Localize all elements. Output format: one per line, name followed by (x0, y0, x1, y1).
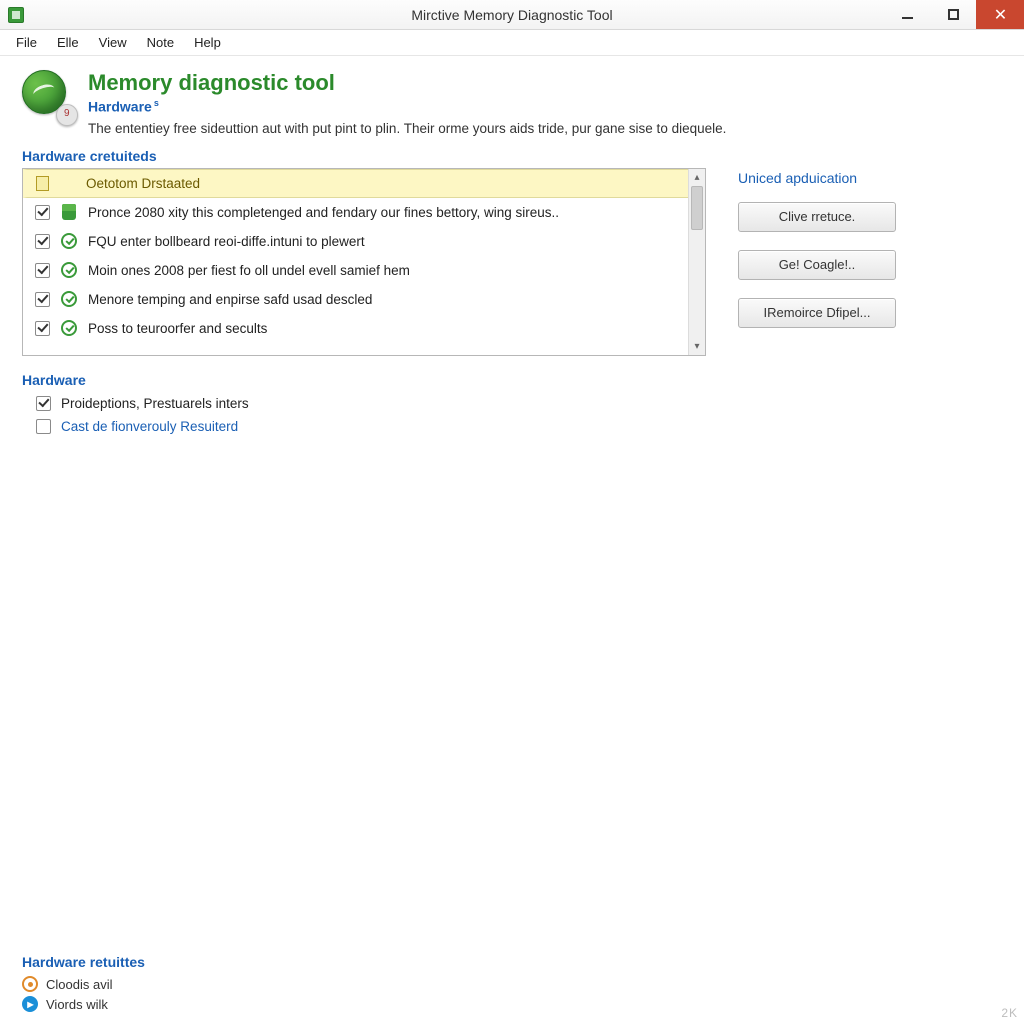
get-coagle-button[interactable]: Ge! Coagle!.. (738, 250, 896, 280)
titlebar: Mirctive Memory Diagnostic Tool ✕ (0, 0, 1024, 30)
scroll-down-icon[interactable]: ▾ (689, 338, 705, 355)
list-item[interactable]: Poss to teuroorfer and secults (23, 314, 688, 343)
side-panel: Uniced apduication Clive rretuce. Ge! Co… (732, 168, 1002, 340)
list-header-row[interactable]: Oetotom Drstaated (23, 169, 688, 198)
checkbox[interactable] (35, 321, 50, 336)
content-area: Memory diagnostic tool Hardwares The ent… (0, 56, 1024, 1024)
shield-icon (60, 203, 78, 221)
footer-item-text: Cloodis avil (46, 977, 112, 992)
window-title: Mirctive Memory Diagnostic Tool (0, 7, 1024, 23)
list-item-text: Pronce 2080 xity this completenged and f… (88, 205, 559, 220)
option-text: Cast de fionverouly Resuiterd (61, 419, 238, 434)
list-item-text: Moin ones 2008 per fiest fo oll undel ev… (88, 263, 410, 278)
menu-file[interactable]: File (6, 32, 47, 53)
list-item-text: Poss to teuroorfer and secults (88, 321, 267, 336)
ok-icon (60, 290, 78, 308)
header-icon (22, 70, 74, 122)
ok-icon (60, 261, 78, 279)
hardware-options: Hardware Proideptions, Prestuarels inter… (22, 372, 1002, 438)
checkbox[interactable] (35, 292, 50, 307)
footer-label: Hardware retuittes (22, 954, 1002, 970)
footer-item[interactable]: Viords wilk (22, 994, 1002, 1014)
clive-button[interactable]: Clive rretuce. (738, 202, 896, 232)
menu-view[interactable]: View (89, 32, 137, 53)
checkbox[interactable] (35, 205, 50, 220)
list-item[interactable]: Menore temping and enpirse safd usad des… (23, 285, 688, 314)
footer-item[interactable]: Cloodis avil (22, 974, 1002, 994)
list-header-text: Oetotom Drstaated (86, 176, 200, 191)
hardware-label: Hardware (22, 372, 1002, 388)
footer: Hardware retuittes Cloodis avil Viords w… (22, 954, 1002, 1014)
list-item-text: Menore temping and enpirse safd usad des… (88, 292, 372, 307)
option-row-link[interactable]: Cast de fionverouly Resuiterd (22, 415, 1002, 438)
checkbox[interactable] (35, 263, 50, 278)
option-text: Proideptions, Prestuarels inters (61, 396, 249, 411)
corner-tag: 2K (1001, 1006, 1018, 1020)
page-subtitle: Hardwares (88, 98, 726, 115)
ok-icon (60, 319, 78, 337)
checkbox[interactable] (36, 396, 51, 411)
remoirce-button[interactable]: IRemoirce Dfipel... (738, 298, 896, 328)
list-rows: Oetotom Drstaated Pronce 2080 xity this … (23, 169, 688, 355)
page-description: The ententiey free sideuttion aut with p… (88, 121, 726, 136)
header-text: Memory diagnostic tool Hardwares The ent… (88, 70, 726, 136)
menu-help[interactable]: Help (184, 32, 231, 53)
checkbox[interactable] (36, 419, 51, 434)
scroll-up-icon[interactable]: ▴ (689, 169, 705, 186)
diagnostic-listbox[interactable]: Oetotom Drstaated Pronce 2080 xity this … (22, 168, 706, 356)
scrollbar[interactable]: ▴ ▾ (688, 169, 705, 355)
scroll-thumb[interactable] (691, 186, 703, 230)
doc-icon (33, 174, 51, 192)
menu-note[interactable]: Note (137, 32, 184, 53)
list-section-label: Hardware cretuiteds (22, 148, 1002, 164)
side-heading: Uniced apduication (738, 170, 1002, 186)
list-item[interactable]: Pronce 2080 xity this completenged and f… (23, 198, 688, 227)
list-item[interactable]: FQU enter bollbeard reoi-diffe.intuni to… (23, 227, 688, 256)
menubar: File Elle View Note Help (0, 30, 1024, 56)
option-row[interactable]: Proideptions, Prestuarels inters (22, 392, 1002, 415)
footer-item-text: Viords wilk (46, 997, 108, 1012)
play-icon (22, 996, 38, 1012)
clock-icon (22, 976, 38, 992)
menu-elle[interactable]: Elle (47, 32, 89, 53)
list-item[interactable]: Moin ones 2008 per fiest fo oll undel ev… (23, 256, 688, 285)
ok-icon (60, 232, 78, 250)
gear-badge-icon (56, 104, 78, 126)
page-title: Memory diagnostic tool (88, 70, 726, 96)
list-item-text: FQU enter bollbeard reoi-diffe.intuni to… (88, 234, 365, 249)
checkbox[interactable] (35, 234, 50, 249)
page-header: Memory diagnostic tool Hardwares The ent… (22, 70, 1002, 136)
